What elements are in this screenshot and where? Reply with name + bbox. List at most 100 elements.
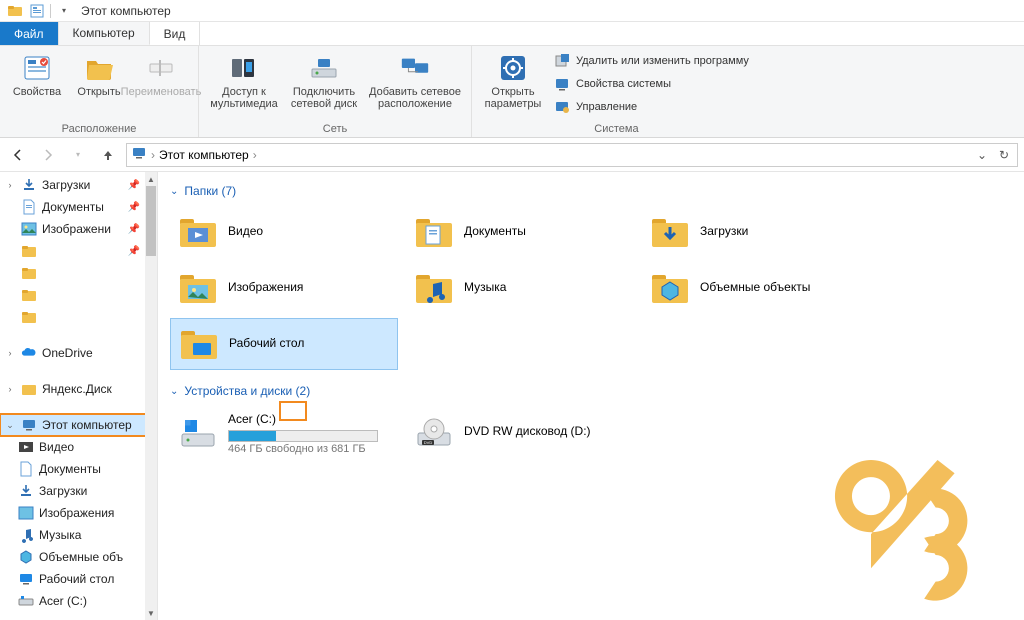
folder-downloads[interactable]: Загрузки bbox=[642, 206, 870, 258]
folders-category-header[interactable]: ⌄Папки (7) bbox=[170, 184, 1012, 198]
pictures-icon bbox=[21, 221, 37, 237]
sidebar-label: OneDrive bbox=[42, 346, 93, 360]
map-drive-label: Подключить сетевой диск bbox=[285, 86, 363, 110]
tab-view[interactable]: Вид bbox=[150, 22, 201, 45]
nav-recent-button[interactable]: ▾ bbox=[66, 143, 90, 167]
pc-icon bbox=[21, 417, 37, 433]
folder-pictures[interactable]: Изображения bbox=[170, 262, 398, 314]
collapse-icon[interactable]: ⌄ bbox=[4, 420, 16, 431]
desktop-folder-icon bbox=[179, 324, 219, 364]
title-bar: ▾ Этот компьютер bbox=[0, 0, 1024, 22]
sidebar-item-downloads[interactable]: ›Загрузки📌 bbox=[0, 174, 146, 196]
tab-computer[interactable]: Компьютер bbox=[59, 22, 150, 45]
rename-icon bbox=[145, 52, 177, 84]
folder-desktop[interactable]: Рабочий стол bbox=[170, 318, 398, 370]
sidebar-item-folder[interactable] bbox=[0, 284, 146, 306]
properties-label: Свойства bbox=[13, 86, 61, 98]
sidebar-item-acer-drive[interactable]: Acer (C:) bbox=[0, 590, 146, 612]
tab-file[interactable]: Файл bbox=[0, 22, 59, 45]
desktop-icon bbox=[18, 571, 34, 587]
address-dropdown-icon[interactable]: ⌄ bbox=[973, 148, 991, 162]
pin-icon: 📌 bbox=[128, 246, 142, 257]
sidebar-item-folder[interactable] bbox=[0, 262, 146, 284]
scroll-up-icon[interactable]: ▲ bbox=[145, 172, 157, 186]
sidebar-item-yandex[interactable]: › Яндекс.Диск bbox=[0, 378, 146, 400]
sidebar-item-music[interactable]: Музыка bbox=[0, 524, 146, 546]
drive-free-text: 464 ГБ свободно из 681 ГБ bbox=[228, 442, 378, 456]
folder-music[interactable]: Музыка bbox=[406, 262, 634, 314]
drive-dvd-d[interactable]: DVD DVD RW дисковод (D:) bbox=[406, 406, 634, 458]
uninstall-label: Удалить или изменить программу bbox=[576, 55, 749, 67]
sidebar-item-3d-objects[interactable]: Объемные объ bbox=[0, 546, 146, 568]
content-pane: ⌄Папки (7) Видео Документы Загрузки Изоб… bbox=[158, 172, 1024, 620]
sidebar-label: Рабочий стол bbox=[39, 572, 114, 586]
sidebar-label: Видео bbox=[39, 440, 74, 454]
expand-icon[interactable]: › bbox=[4, 348, 16, 358]
pc-icon bbox=[131, 145, 147, 164]
manage-button[interactable]: Управление bbox=[550, 96, 753, 118]
folder-documents[interactable]: Документы bbox=[406, 206, 634, 258]
system-properties-button[interactable]: Свойства системы bbox=[550, 73, 753, 95]
folder-icon bbox=[21, 309, 37, 325]
open-settings-label: Открыть параметры bbox=[480, 86, 546, 110]
refresh-button[interactable]: ↻ bbox=[995, 148, 1013, 162]
scroll-thumb[interactable] bbox=[146, 186, 156, 256]
scroll-down-icon[interactable]: ▼ bbox=[145, 606, 157, 620]
pictures-icon bbox=[18, 505, 34, 521]
nav-back-button[interactable] bbox=[6, 143, 30, 167]
manage-label: Управление bbox=[576, 101, 637, 113]
breadcrumb-root[interactable]: Этот компьютер bbox=[159, 148, 249, 162]
properties-button[interactable]: Свойства bbox=[8, 50, 66, 121]
add-location-label: Добавить сетевое расположение bbox=[367, 86, 463, 110]
sidebar-item-pictures[interactable]: Изображени📌 bbox=[0, 218, 146, 240]
address-box[interactable]: › Этот компьютер › ⌄ ↻ bbox=[126, 143, 1018, 167]
sidebar-scrollbar[interactable]: ▲ ▼ bbox=[145, 172, 157, 620]
sidebar-item-downloads[interactable]: Загрузки bbox=[0, 480, 146, 502]
drive-acer-c[interactable]: Acer (C:) 464 ГБ свободно из 681 ГБ bbox=[170, 406, 398, 468]
sidebar-item-folder-pinned[interactable]: 📌 bbox=[0, 240, 146, 262]
folders-header-label: Папки (7) bbox=[184, 184, 236, 198]
sidebar-item-video[interactable]: Видео bbox=[0, 436, 146, 458]
pin-icon: 📌 bbox=[128, 180, 142, 191]
folder-3d-objects[interactable]: Объемные объекты bbox=[642, 262, 870, 314]
sidebar-item-documents[interactable]: Документы bbox=[0, 458, 146, 480]
folder-video[interactable]: Видео bbox=[170, 206, 398, 258]
item-label: Загрузки bbox=[700, 224, 748, 240]
expand-icon[interactable]: › bbox=[4, 180, 16, 190]
sidebar-label: Загрузки bbox=[39, 484, 87, 498]
open-button[interactable]: Открыть bbox=[70, 50, 128, 121]
media-label: Доступ к мультимедиа bbox=[207, 86, 281, 110]
map-drive-button[interactable]: Подключить сетевой диск bbox=[285, 50, 363, 121]
add-network-location-button[interactable]: Добавить сетевое расположение bbox=[367, 50, 463, 121]
chevron-down-icon: ⌄ bbox=[170, 386, 178, 397]
sidebar-item-documents[interactable]: Документы📌 bbox=[0, 196, 146, 218]
sysprops-icon bbox=[554, 76, 570, 92]
drives-header-label: Устройства и диски (2) bbox=[184, 384, 310, 398]
sidebar-label: Яндекс.Диск bbox=[42, 382, 112, 396]
nav-up-button[interactable] bbox=[96, 143, 120, 167]
sidebar-item-onedrive[interactable]: › OneDrive bbox=[0, 342, 146, 364]
qat-customize-icon[interactable]: ▾ bbox=[53, 1, 75, 21]
item-label: Рабочий стол bbox=[229, 336, 304, 352]
manage-icon bbox=[554, 99, 570, 115]
uninstall-programs-button[interactable]: Удалить или изменить программу bbox=[550, 50, 753, 72]
drive-usage-bar bbox=[228, 430, 378, 442]
window-title: Этот компьютер bbox=[81, 4, 171, 18]
open-settings-button[interactable]: Открыть параметры bbox=[480, 50, 546, 121]
group-system-label: Система bbox=[480, 121, 753, 135]
sidebar-label: Изображения bbox=[39, 506, 114, 520]
sidebar-item-pictures[interactable]: Изображения bbox=[0, 502, 146, 524]
expand-icon[interactable]: › bbox=[4, 384, 16, 394]
sidebar-item-this-pc[interactable]: ⌄Этот компьютер bbox=[0, 414, 146, 436]
pin-icon: 📌 bbox=[128, 202, 142, 213]
sidebar-item-desktop[interactable]: Рабочий стол bbox=[0, 568, 146, 590]
qat-folder-icon[interactable] bbox=[4, 1, 26, 21]
address-bar: ▾ › Этот компьютер › ⌄ ↻ bbox=[0, 138, 1024, 172]
item-label: Музыка bbox=[464, 280, 506, 296]
media-access-button[interactable]: Доступ к мультимедиа bbox=[207, 50, 281, 121]
drives-category-header[interactable]: ⌄ Устройства и диски (2) bbox=[170, 384, 1012, 398]
sidebar-item-folder[interactable] bbox=[0, 306, 146, 328]
qat-properties-icon[interactable] bbox=[26, 1, 48, 21]
item-label: Видео bbox=[228, 224, 263, 240]
drive-icon bbox=[18, 593, 34, 609]
